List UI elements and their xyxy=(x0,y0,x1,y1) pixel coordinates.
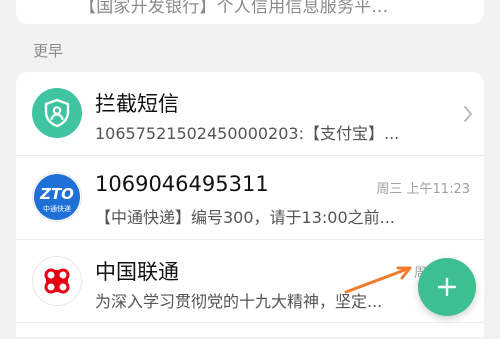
conversation-item-zto[interactable]: ZTO 中通快递 1069046495311 【中通快递】编号300，请于13:… xyxy=(16,158,484,238)
conversation-title: 拦截短信 xyxy=(95,92,179,116)
divider xyxy=(16,239,484,240)
conversation-preview: 10657521502450000203:【支付宝】... xyxy=(95,124,400,143)
conversation-item-blocked[interactable]: 拦截短信 10657521502450000203:【支付宝】... xyxy=(16,74,484,154)
conversation-title: 1069046495311 xyxy=(95,172,269,196)
svg-text:中通快递: 中通快递 xyxy=(43,204,71,213)
plus-icon xyxy=(437,277,457,297)
annotation-arrow xyxy=(340,258,420,302)
zto-logo-icon: ZTO 中通快递 xyxy=(32,172,82,222)
previous-message-preview: 【国家开发银行】个人信用信息服务平... xyxy=(79,0,389,17)
china-unicom-logo-icon xyxy=(32,256,82,306)
conversation-title: 中国联通 xyxy=(95,260,179,284)
section-header-earlier: 更早 xyxy=(33,42,64,60)
divider xyxy=(16,322,484,323)
svg-text:ZTO: ZTO xyxy=(39,185,74,203)
conversation-timestamp: 周三 上午11:23 xyxy=(376,182,470,197)
chevron-right-icon xyxy=(462,105,474,127)
new-message-button[interactable] xyxy=(418,258,476,316)
divider xyxy=(16,155,484,156)
shield-user-icon xyxy=(32,88,82,138)
conversation-preview: 【中通快递】编号300，请于13:00之前... xyxy=(95,208,395,227)
